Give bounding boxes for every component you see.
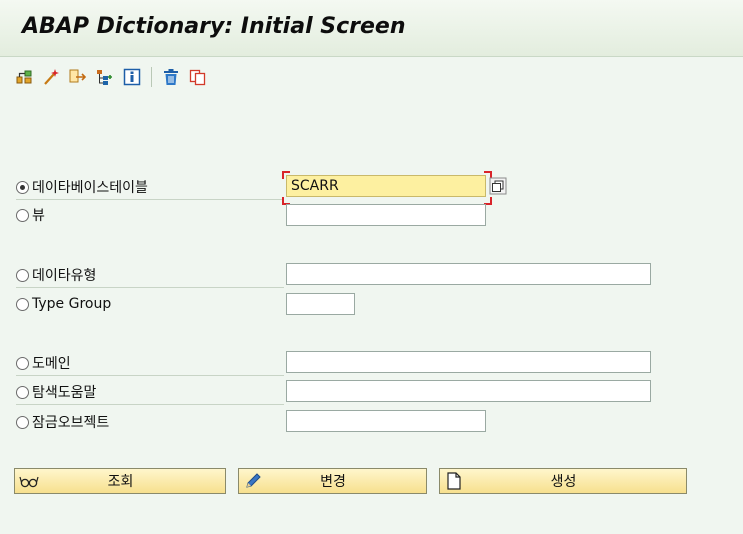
object-list-icon[interactable] xyxy=(14,67,34,87)
data-type-label: 데이타유형 xyxy=(32,268,97,284)
view-label: 뷰 xyxy=(32,208,45,224)
radio-button[interactable] xyxy=(16,385,29,399)
radio-lock-object[interactable]: 잠금오브젝트 xyxy=(16,412,109,432)
title-bar: ABAP Dictionary: Initial Screen xyxy=(0,0,743,57)
change-button[interactable]: 변경 xyxy=(238,468,427,494)
page-title: ABAP Dictionary: Initial Screen xyxy=(22,14,406,39)
new-document-icon xyxy=(443,470,465,492)
database-table-input[interactable]: SCARR xyxy=(286,175,486,197)
data-type-input[interactable] xyxy=(286,263,651,285)
radio-search-help[interactable]: 탐색도움말 xyxy=(16,382,96,402)
display-button[interactable]: 조회 xyxy=(14,468,226,494)
radio-button[interactable] xyxy=(16,356,29,370)
display-button-label: 조회 xyxy=(107,474,134,490)
divider xyxy=(16,375,284,376)
create-button[interactable]: 생성 xyxy=(439,468,687,494)
radio-button[interactable] xyxy=(16,297,29,311)
radio-database-table[interactable]: 데이타베이스테이블 xyxy=(16,177,148,197)
glasses-icon xyxy=(18,470,40,492)
application-toolbar xyxy=(14,64,208,90)
toolbar-separator xyxy=(151,67,152,87)
focus-corner xyxy=(282,171,290,179)
view-input[interactable] xyxy=(286,204,486,226)
search-help-label: 탐색도움말 xyxy=(32,385,97,401)
radio-view[interactable]: 뷰 xyxy=(16,205,45,225)
search-help-input[interactable] xyxy=(286,380,651,402)
radio-type-group[interactable]: Type Group xyxy=(16,294,111,314)
divider xyxy=(16,199,284,200)
radio-button[interactable] xyxy=(16,208,29,222)
radio-domain[interactable]: 도메인 xyxy=(16,353,71,373)
create-button-label: 생성 xyxy=(550,474,577,490)
change-button-label: 변경 xyxy=(320,474,346,490)
radio-data-type[interactable]: 데이타유형 xyxy=(16,265,96,285)
where-used-icon[interactable] xyxy=(68,67,88,87)
divider xyxy=(16,287,284,288)
radio-button[interactable] xyxy=(16,180,29,194)
value-help-icon[interactable] xyxy=(489,177,507,195)
domain-input[interactable] xyxy=(286,351,651,373)
pencil-icon xyxy=(242,470,264,492)
radio-button[interactable] xyxy=(16,268,29,282)
lock-object-label: 잠금오브젝트 xyxy=(32,415,110,431)
type-group-label: Type Group xyxy=(32,296,112,312)
divider xyxy=(16,404,284,405)
radio-button[interactable] xyxy=(16,415,29,429)
domain-label: 도메인 xyxy=(32,356,71,372)
magic-wand-icon[interactable] xyxy=(41,67,61,87)
hierarchy-icon[interactable] xyxy=(95,67,115,87)
database-table-label: 데이타베이스테이블 xyxy=(32,180,148,196)
type-group-input[interactable] xyxy=(286,293,355,315)
delete-icon[interactable] xyxy=(161,67,181,87)
copy-icon[interactable] xyxy=(188,67,208,87)
lock-object-input[interactable] xyxy=(286,410,486,432)
info-icon[interactable] xyxy=(122,67,142,87)
